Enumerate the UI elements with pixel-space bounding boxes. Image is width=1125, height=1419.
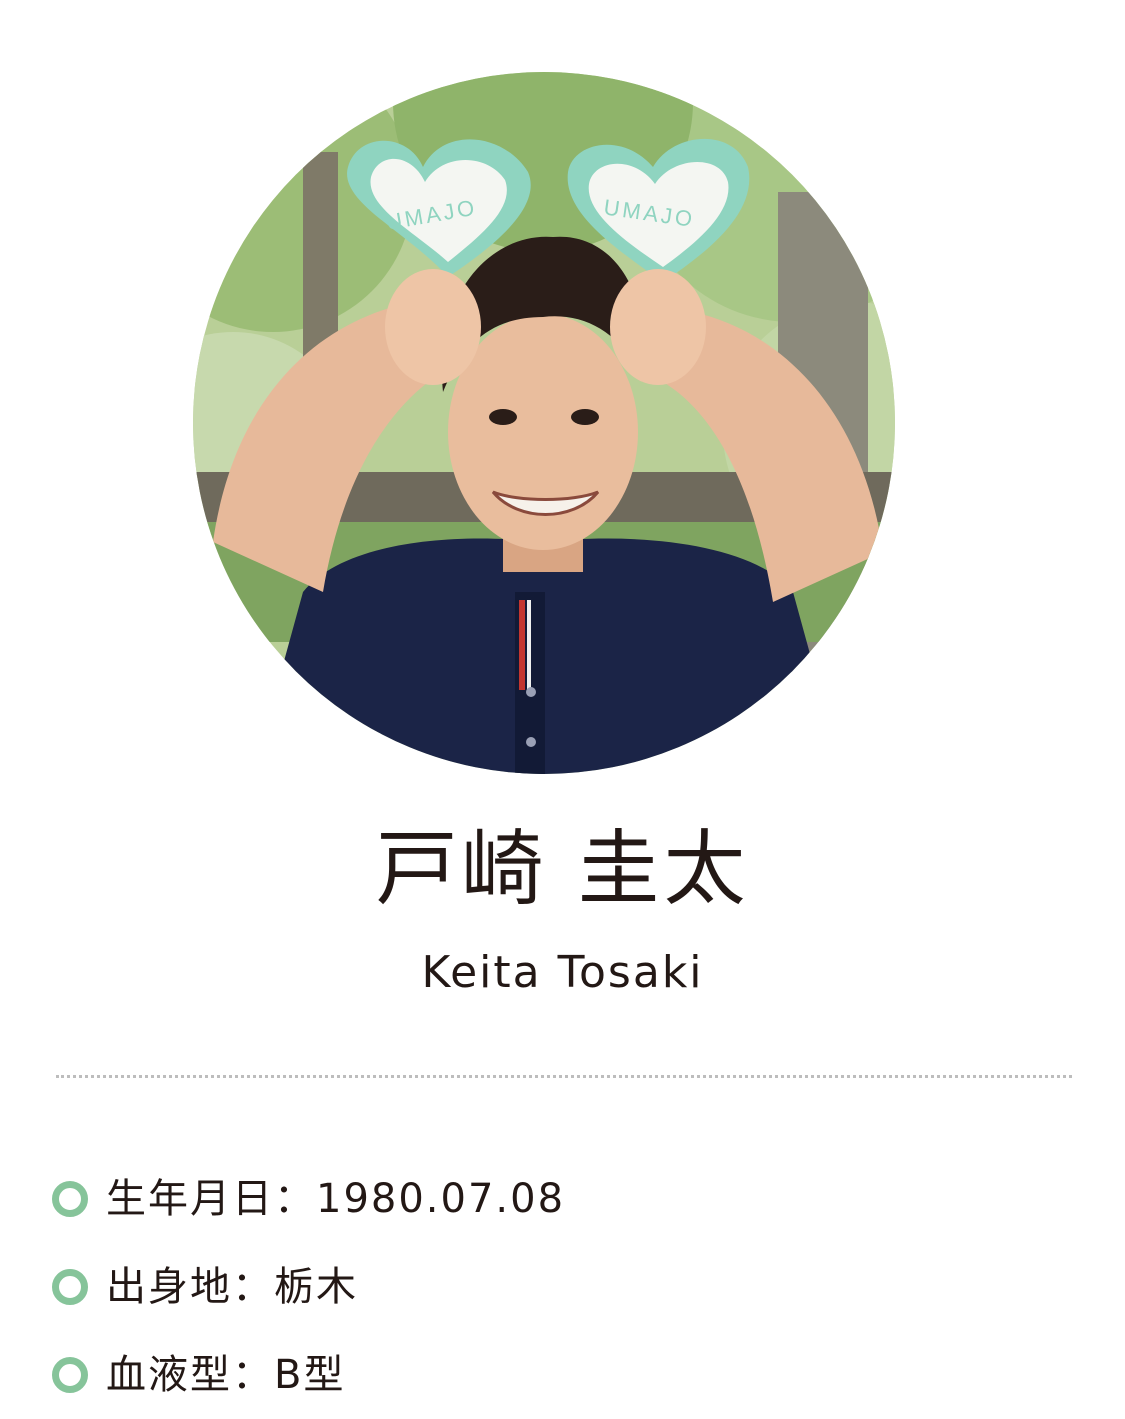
profile-detail-label: 生年月日：1980.07.08 bbox=[106, 1176, 566, 1222]
ring-bullet-icon bbox=[52, 1357, 88, 1393]
profile-detail-label: 血液型：B型 bbox=[106, 1352, 346, 1398]
profile-detail-blood-type: 血液型：B型 bbox=[52, 1331, 565, 1419]
profile-detail-hometown: 出身地：栃木 bbox=[52, 1243, 565, 1331]
shirt-button bbox=[526, 687, 536, 697]
dotted-divider bbox=[56, 1075, 1072, 1078]
shirt-button bbox=[526, 737, 536, 747]
profile-detail-label: 出身地：栃木 bbox=[106, 1264, 358, 1310]
shirt-stripe bbox=[519, 600, 525, 690]
ring-bullet-icon bbox=[52, 1269, 88, 1305]
name-english: Keita Tosaki bbox=[421, 947, 704, 998]
ring-bullet-icon bbox=[52, 1181, 88, 1217]
profile-detail-birthdate: 生年月日：1980.07.08 bbox=[52, 1155, 565, 1243]
profile-details-list: 生年月日：1980.07.08 出身地：栃木 血液型：B型 bbox=[52, 1155, 565, 1419]
right-eye bbox=[571, 409, 599, 425]
shirt bbox=[253, 538, 843, 774]
profile-photo: UMAJO UMAJO bbox=[193, 72, 895, 774]
shirt-stripe bbox=[527, 600, 531, 690]
left-eye bbox=[489, 409, 517, 425]
right-hand bbox=[610, 269, 706, 385]
profile-photo-illustration: UMAJO UMAJO bbox=[193, 72, 895, 774]
name-japanese: 戸崎 圭太 bbox=[375, 822, 750, 917]
left-hand bbox=[385, 269, 481, 385]
